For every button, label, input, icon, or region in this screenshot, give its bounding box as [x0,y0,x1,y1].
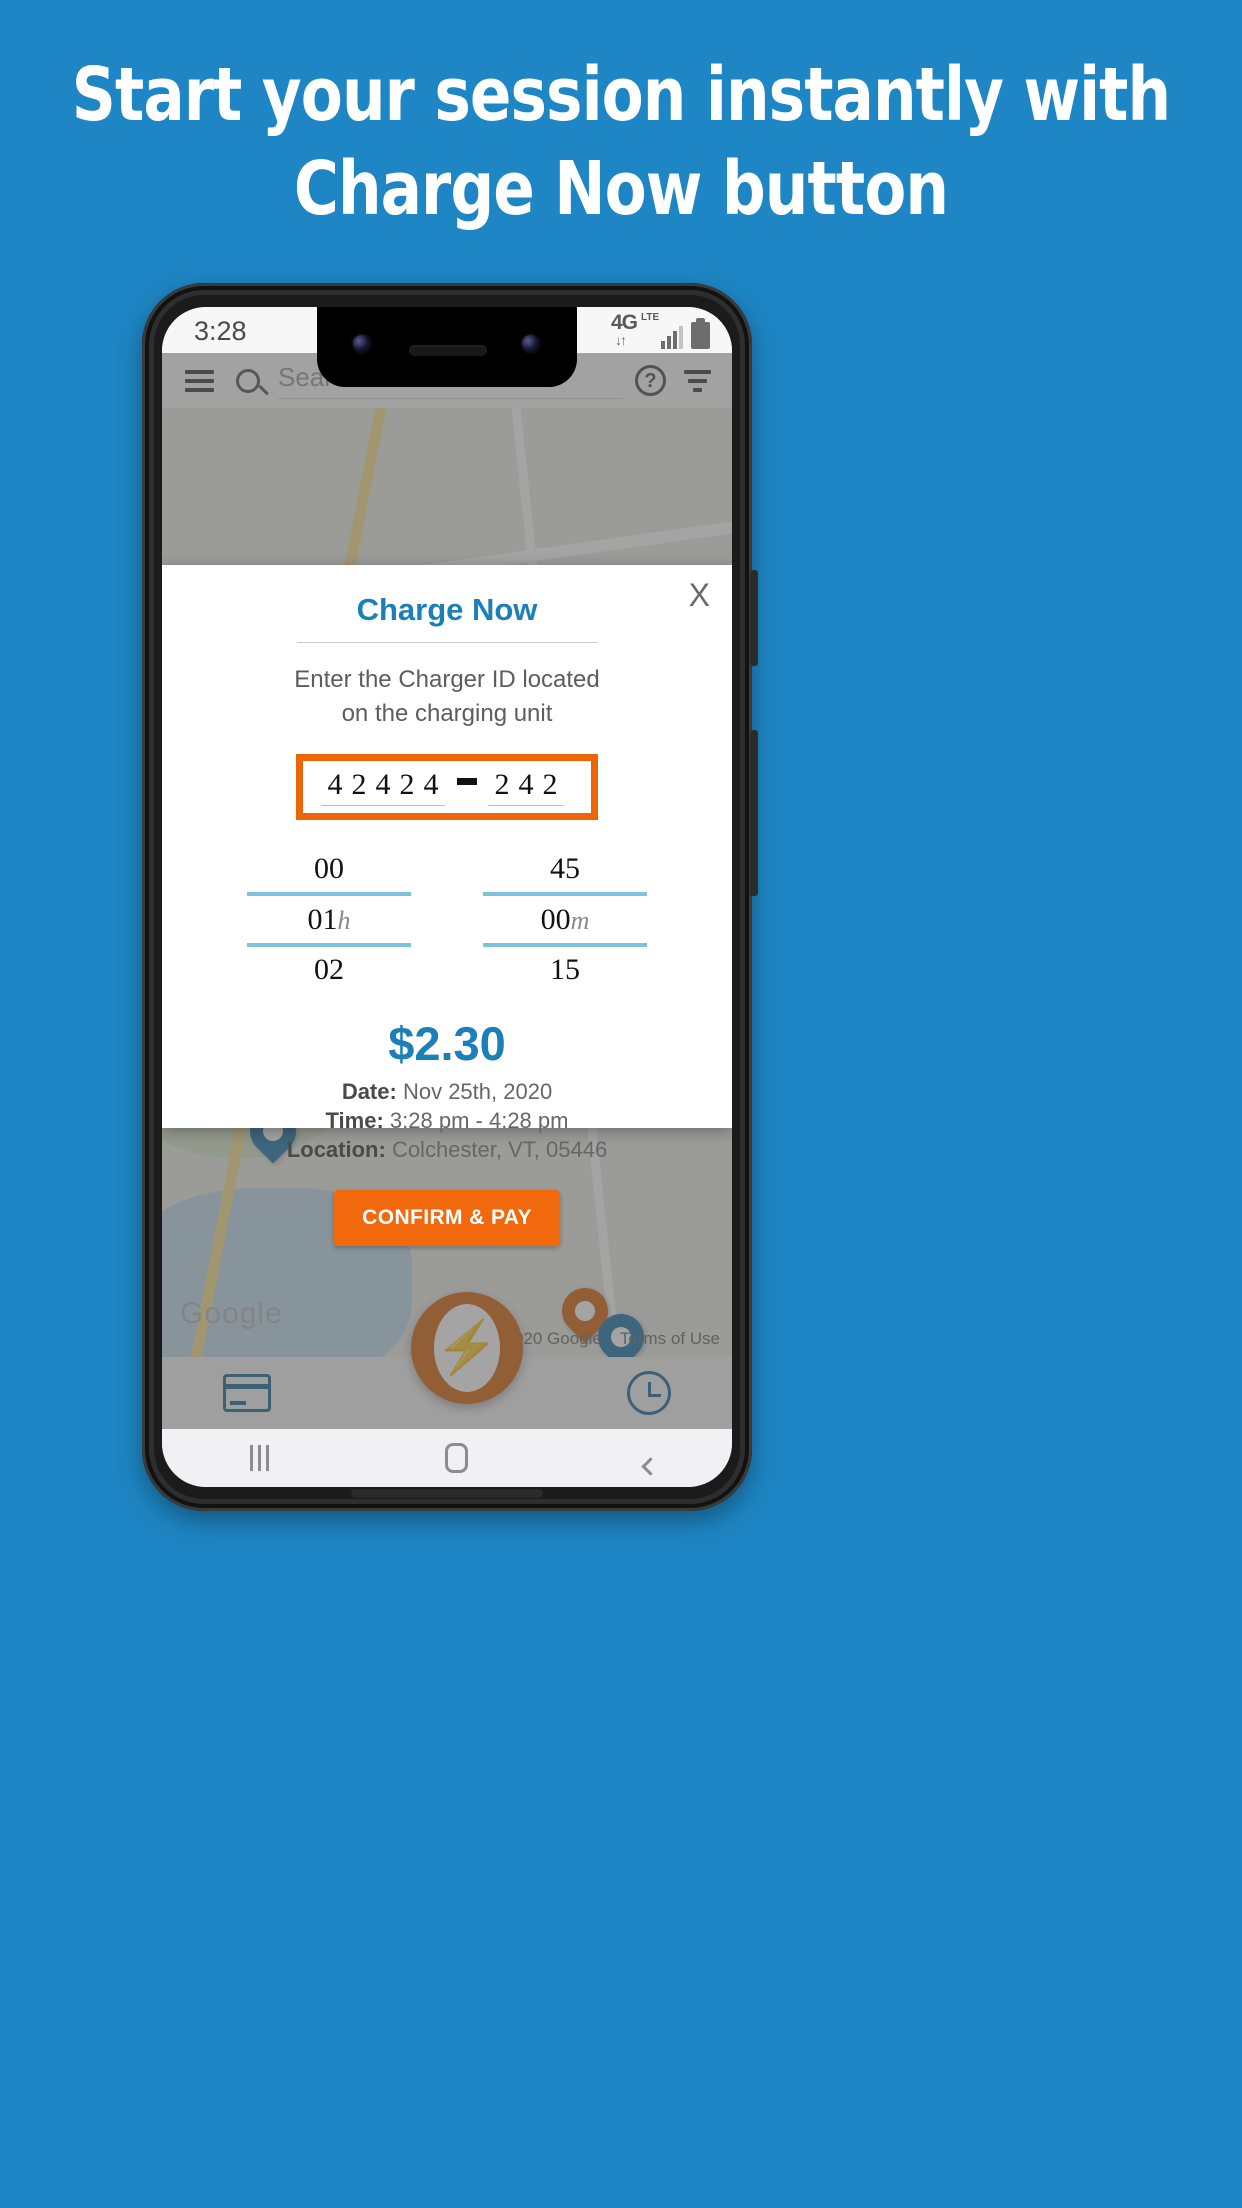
duration-pickers: 00 01h 02 45 00m 15 [247,850,647,988]
phone-screen-bezel: Redwood State N Lo ar P ff E S be Google… [162,307,732,1487]
modal-divider [297,642,597,643]
minutes-unit-label: m [570,905,590,935]
detail-date-value: Nov 25th, 2020 [402,1079,553,1105]
charger-id-digit[interactable]: 2 [395,768,419,802]
picker-divider [483,942,647,947]
charger-id-digit[interactable]: 4 [419,768,443,802]
phone-volume-button [750,570,758,666]
hours-prev-value[interactable]: 00 [247,850,411,888]
hamburger-menu-icon[interactable] [185,369,214,392]
phone-power-button [750,730,758,896]
front-camera-icon [522,335,539,352]
charger-id-digit[interactable]: 2 [347,768,371,802]
minutes-picker[interactable]: 45 00m 15 [483,850,647,988]
charger-id-digit[interactable]: 4 [514,768,538,802]
signal-bars-icon [661,325,683,349]
app-screen: Redwood State N Lo ar P ff E S be Google… [162,307,732,1487]
close-icon[interactable]: X [689,577,710,614]
promo-headline-line1: Start your session instantly with [71,52,1171,138]
modal-description: Enter the Charger ID located on the char… [294,666,600,727]
detail-time-value: 3:28 pm - 4:28 pm [389,1108,569,1134]
detail-time-label: Time: [325,1108,384,1134]
charger-id-group-1[interactable]: 4 2 4 2 4 [321,768,445,807]
help-icon[interactable]: ? [635,365,666,396]
hours-picker[interactable]: 00 01h 02 [247,850,411,988]
session-details: Date: Nov 25th, 2020 Time: 3:28 pm - 4:2… [162,1077,732,1164]
confirm-and-pay-button[interactable]: CONFIRM & PAY [334,1190,560,1247]
hours-unit-label: h [337,905,351,935]
network-sub-label: LTE [641,312,660,323]
status-icons: 4G LTE ↓↑ [611,311,710,349]
charger-id-separator-icon [457,777,477,785]
detail-date-label: Date: [341,1079,397,1105]
charger-id-digit[interactable]: 2 [490,768,514,802]
detail-date: Date: Nov 25th, 2020 [162,1077,732,1106]
charge-now-modal: X Charge Now Enter the Charger ID locate… [162,565,732,1247]
picker-divider [247,891,411,896]
front-camera-icon [353,335,370,352]
charger-id-group-2[interactable]: 2 4 2 [488,768,564,807]
earpiece-speaker [409,345,487,356]
charger-id-digit[interactable]: 4 [371,768,395,802]
total-price: $2.30 [388,1017,506,1071]
detail-time: Time: 3:28 pm - 4:28 pm [162,1106,732,1135]
charger-id-digit[interactable]: 4 [323,768,347,802]
picker-divider [483,891,647,896]
hours-next-value[interactable]: 02 [247,951,411,989]
detail-location-label: Location: [286,1137,386,1163]
data-arrows-icon: ↓↑ [615,332,627,348]
recents-icon[interactable] [250,1445,269,1471]
battery-icon [691,318,710,349]
phone-mockup: Redwood State N Lo ar P ff E S be Google… [142,283,752,1511]
filter-icon[interactable] [684,369,711,392]
confirm-button-wrap: CONFIRM & PAY [162,1190,732,1247]
promo-headline: Start your session instantly with Charge… [50,58,1193,226]
home-icon[interactable] [445,1443,468,1473]
camera-notch [317,307,577,387]
phone-bottom-accent [351,1489,543,1498]
network-type-icon: 4G LTE ↓↑ [611,311,659,349]
charger-id-input[interactable]: 4 2 4 2 4 2 4 2 [296,754,598,821]
minutes-prev-value[interactable]: 45 [483,850,647,888]
picker-divider [247,942,411,947]
android-nav-bar [162,1429,732,1487]
minutes-next-value[interactable]: 15 [483,951,647,989]
detail-location-value: Colchester, VT, 05446 [391,1137,608,1163]
search-icon[interactable] [236,368,260,393]
detail-location: Location: Colchester, VT, 05446 [162,1135,732,1164]
charger-id-digit[interactable]: 2 [538,768,562,802]
status-time: 3:28 [194,316,247,346]
modal-title: Charge Now [356,592,538,627]
hours-selected-value[interactable]: 01h [247,900,411,939]
minutes-selected-value[interactable]: 00m [483,900,647,939]
promo-headline-line2: Charge Now button [293,146,949,232]
